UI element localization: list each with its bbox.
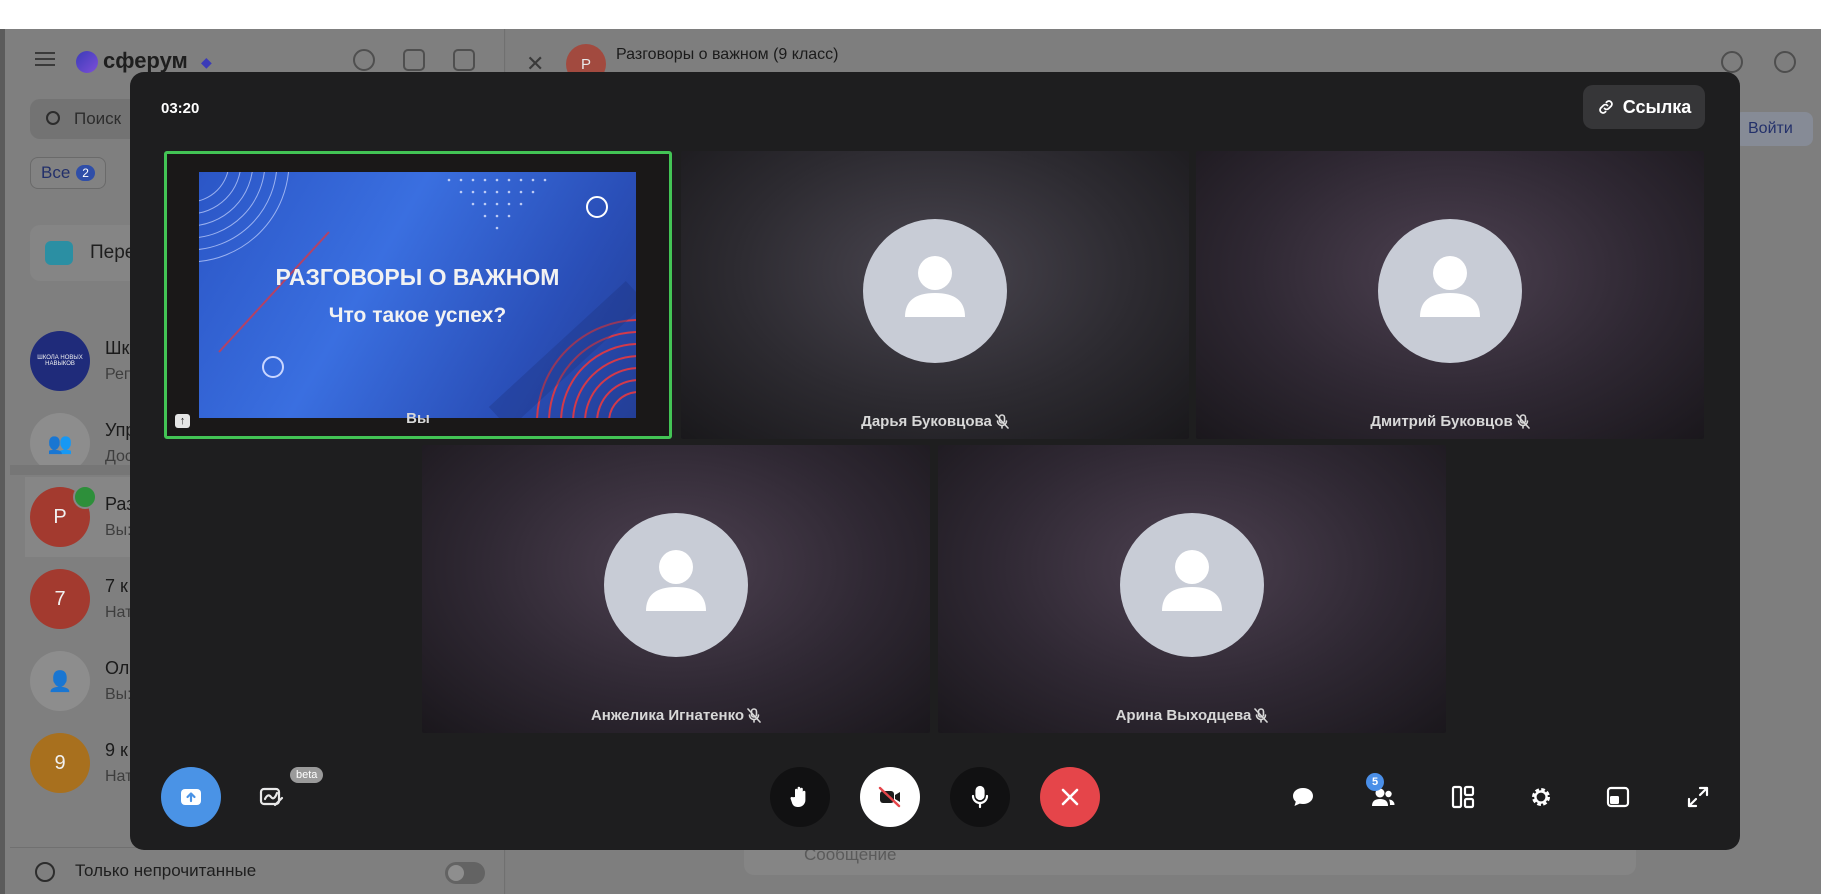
picture-in-picture-icon	[1606, 786, 1630, 808]
chat-avatar: ШКОЛА НОВЫХ НАВЫКОВ	[30, 331, 90, 391]
chat-name: 7 к	[105, 576, 128, 596]
beta-badge: beta	[290, 767, 324, 783]
new-call-icon[interactable]	[353, 49, 375, 71]
avatar	[1378, 219, 1522, 363]
chat-preview: Нат	[105, 768, 133, 785]
copy-link-button[interactable]: Ссылка	[1583, 85, 1705, 129]
participant-tile[interactable]: Анжелика Игнатенко	[422, 445, 930, 733]
school-cap-icon: ◆	[201, 54, 212, 70]
participant-tile[interactable]: Арина Выходцева	[938, 445, 1446, 733]
chat-avatar-group-icon: 👥	[30, 413, 90, 473]
user-silhouette-icon	[1162, 550, 1222, 611]
chat-icon	[1293, 788, 1313, 806]
join-call-button[interactable]: Войти	[1734, 112, 1813, 146]
participants-count-badge: 5	[1366, 773, 1384, 791]
microphone-button[interactable]	[950, 767, 1010, 827]
filter-all-chip[interactable]: Все 2	[30, 157, 106, 189]
participant-tile[interactable]: Дарья Буковцова	[681, 151, 1189, 439]
filter-all-count: 2	[76, 165, 95, 181]
participant-name-text: Анжелика Игнатенко	[590, 707, 745, 724]
participant-name: Вы	[167, 410, 669, 427]
chat-avatar: 7	[30, 569, 90, 629]
chat-avatar-user-icon: 👤	[30, 651, 90, 711]
avatar	[604, 513, 748, 657]
archive-icon[interactable]	[403, 49, 425, 71]
layout-icon	[1451, 785, 1475, 809]
mic-off-icon	[1254, 708, 1269, 723]
call-window: 03:20 Ссылка РАЗГОВОРЫ О ВАЖНОМ Что тако…	[130, 72, 1740, 850]
avatar	[863, 219, 1007, 363]
raise-hand-button[interactable]	[770, 767, 830, 827]
participant-name-text: Арина Выходцева	[1115, 707, 1252, 724]
chat-avatar: 9	[30, 733, 90, 793]
user-silhouette-icon	[646, 550, 706, 611]
user-silhouette-icon	[1420, 256, 1480, 317]
chat-preview: Дос	[105, 448, 133, 465]
unread-only-toggle[interactable]	[445, 862, 485, 884]
whiteboard-icon	[259, 787, 284, 807]
whiteboard-button[interactable]	[251, 777, 291, 817]
participant-name: Дарья Буковцова	[681, 413, 1189, 430]
search-placeholder: Поиск	[74, 109, 122, 128]
chat-header-title: Разговоры о важном (9 класс)	[616, 46, 839, 63]
unread-only-label: Только непрочитанные	[75, 861, 257, 880]
camera-toggle-button[interactable]	[860, 767, 920, 827]
participant-tile[interactable]: Дмитрий Буковцов	[1196, 151, 1704, 439]
chat-name: 9 к	[105, 740, 128, 760]
mic-off-icon	[747, 708, 761, 723]
hang-up-button[interactable]	[1040, 767, 1100, 827]
participant-tile-self[interactable]: РАЗГОВОРЫ О ВАЖНОМ Что такое успех? ↑ Вы	[164, 151, 672, 439]
folder-icon	[45, 241, 73, 265]
slide-decoration	[199, 172, 636, 418]
raise-hand-icon	[790, 786, 806, 807]
gear-icon	[1532, 788, 1550, 806]
link-icon	[1598, 100, 1613, 114]
participant-name: Анжелика Игнатенко	[422, 707, 930, 724]
participant-name: Арина Выходцева	[938, 707, 1446, 724]
layout-button[interactable]	[1443, 777, 1483, 817]
close-icon	[1061, 788, 1079, 806]
participant-name-text: Дмитрий Буковцов	[1370, 413, 1513, 430]
microphone-icon	[971, 785, 989, 809]
chat-button[interactable]	[1283, 777, 1323, 817]
chat-preview: Вы:	[105, 522, 132, 539]
call-timer: 03:20	[161, 100, 200, 117]
camera-off-icon	[878, 786, 901, 808]
mic-off-icon	[1515, 414, 1530, 429]
chat-preview: Вы:	[105, 686, 132, 703]
chat-name: Ол	[105, 658, 130, 678]
filter-all-label: Все	[41, 163, 71, 182]
phone-icon[interactable]	[1721, 51, 1743, 73]
avatar	[1120, 513, 1264, 657]
participant-name-text: Дарья Буковцова	[861, 413, 992, 430]
logo-icon	[76, 51, 98, 73]
slide-title: РАЗГОВОРЫ О ВАЖНОМ	[275, 264, 560, 290]
participant-name: Дмитрий Буковцов	[1196, 413, 1704, 430]
slide-subtitle: Что такое успех?	[328, 304, 507, 327]
search-icon[interactable]	[1774, 51, 1796, 73]
settings-button[interactable]	[1521, 777, 1561, 817]
fullscreen-icon	[1687, 786, 1709, 808]
sidebar-footer: Только непрочитанные	[10, 847, 505, 894]
search-icon	[46, 111, 60, 125]
chat-preview: Реп	[105, 366, 133, 383]
upload-icon	[181, 789, 201, 805]
share-screen-button[interactable]	[161, 767, 221, 827]
picture-in-picture-button[interactable]	[1598, 777, 1638, 817]
chat-name: Шк	[105, 338, 130, 358]
shared-screen-slide: РАЗГОВОРЫ О ВАЖНОМ Что такое успех?	[199, 172, 636, 418]
participant-name-text: Вы	[406, 410, 430, 427]
user-silhouette-icon	[905, 256, 965, 317]
unread-filter-icon	[35, 862, 55, 882]
mic-off-icon	[995, 414, 1009, 429]
compose-icon[interactable]	[453, 49, 475, 71]
folder-label: Пере	[90, 242, 136, 263]
app-logo: сферум	[103, 48, 188, 73]
call-active-icon	[73, 485, 97, 509]
fullscreen-button[interactable]	[1678, 777, 1718, 817]
copy-link-label: Ссылка	[1622, 96, 1692, 117]
menu-icon[interactable]	[35, 52, 55, 66]
chat-preview: Нат	[105, 604, 133, 621]
